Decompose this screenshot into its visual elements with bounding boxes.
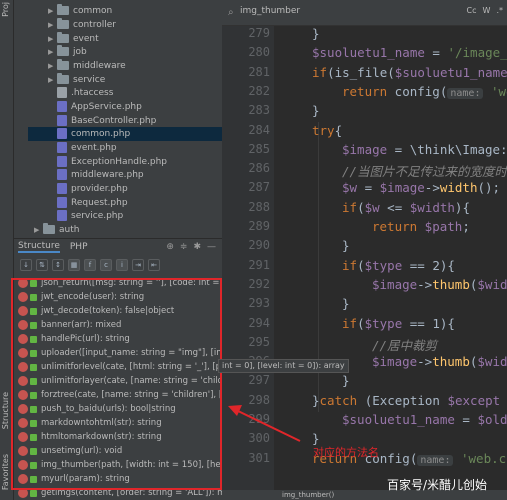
annotation-arrow xyxy=(228,405,301,442)
annotation-label: 对应的方法名 xyxy=(313,446,379,459)
watermark-text: 百家号/米醋儿创始 xyxy=(387,478,488,492)
